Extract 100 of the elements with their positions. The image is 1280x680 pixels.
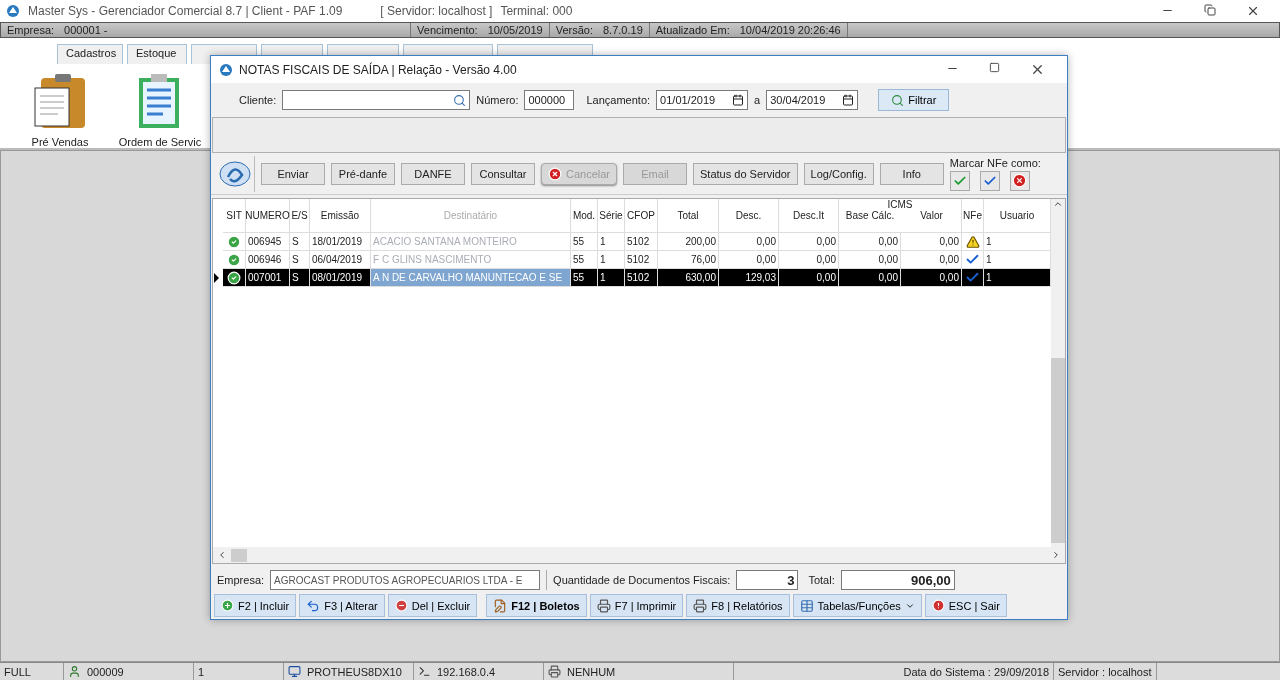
printer-icon [596,598,611,613]
status-text: Data do Sistema : 29/09/2018 [903,665,1049,678]
nfe-button[interactable]: Status do Servidor [693,162,798,185]
table-cell: 06/04/2019 [310,251,371,268]
mark-button[interactable] [1009,170,1030,191]
cancel-icon [1012,173,1028,188]
table-cell: 0,00 [779,269,839,286]
vertical-scrollbar[interactable] [1051,199,1065,547]
table-cell: 76,00 [658,251,719,268]
horizontal-scrollbar[interactable] [213,547,1065,563]
info-label: Atualizado Em: [655,24,730,36]
column-header[interactable]: Série [598,199,625,232]
column-header[interactable]: Valor [901,210,962,221]
info-label: Vencimento: [417,24,478,36]
table-cell: 0,00 [901,233,962,250]
column-header[interactable]: SIT [223,199,246,232]
search-icon[interactable] [453,93,467,107]
table-cell: 5102 [625,233,658,250]
menu-tab[interactable]: Estoque [127,44,187,64]
scroll-left-icon[interactable] [217,550,227,560]
nfe-button[interactable]: Pré-danfe [331,162,395,185]
client-label: Cliente: [239,94,277,106]
close-icon[interactable] [1246,4,1260,18]
table-cell: A N DE CARVALHO MANUNTECAO E SE [371,269,571,286]
action-button[interactable]: Tabelas/Funções [792,594,922,617]
scroll-right-icon[interactable] [1051,550,1061,560]
action-button[interactable]: F3 | Alterar [299,594,385,617]
calendar-icon[interactable] [732,94,745,106]
status-text: FULL [4,665,31,678]
column-header[interactable]: Desc.It [779,199,839,232]
column-header[interactable]: Total [658,199,719,232]
column-header[interactable]: NUMERO [246,199,290,232]
table-cell: 006945 [246,233,290,250]
scrollbar-thumb[interactable] [231,548,247,562]
scroll-up-icon[interactable] [1053,199,1063,209]
action-button[interactable]: Del | Excluir [387,594,478,617]
action-button[interactable]: F8 | Relatórios [686,594,790,617]
terminal-icon [418,665,431,678]
table-cell: ACACIO SANTANA MONTEIRO [371,233,571,250]
table-icon [799,598,814,613]
nfe-button[interactable]: Info [879,162,944,185]
info-label: Empresa: [7,24,55,36]
app-logo-icon [6,4,20,18]
calendar-icon[interactable] [842,94,855,106]
printer-icon [693,598,708,613]
action-button[interactable]: F7 | Imprimir [589,594,684,617]
info-value: 000001 - [64,24,109,36]
number-field[interactable]: 000000 [524,90,575,110]
table-cell: 5102 [625,269,658,286]
date-label: Lançamento: [586,94,651,106]
date-to-field[interactable]: 30/04/2019 [766,90,859,110]
column-header[interactable]: NFe [962,199,984,232]
column-header[interactable]: Desc. [719,199,779,232]
table-cell: 1 [598,233,625,250]
action-button[interactable]: F2 | Incluir [214,594,297,617]
alert-icon [931,599,945,612]
client-field[interactable] [282,90,471,110]
table-cell: 5102 [625,251,658,268]
column-header[interactable]: Emissão [310,199,371,232]
table-cell: 007001 [246,269,290,286]
company-label: Empresa: [217,574,265,586]
table-cell: 18/01/2019 [310,233,371,250]
status-text: Servidor : localhost [1058,665,1152,678]
info-value: 10/05/2019 [487,24,543,36]
table-cell: 0,00 [779,251,839,268]
nfe-button[interactable]: Enviar [261,162,325,185]
nfe-button[interactable]: DANFE [401,162,465,185]
column-header[interactable]: E/S [290,199,310,232]
between-label: a [754,94,761,106]
date-from-field[interactable]: 01/01/2019 [656,90,749,110]
table-cell: 0,00 [779,233,839,250]
nfe-button[interactable]: Consultar [471,162,535,185]
table-cell: 55 [571,251,598,268]
maximize-icon[interactable] [989,62,1000,73]
status-text: 192.168.0.4 [437,665,496,678]
minus-icon [394,599,408,612]
terminal-label: Terminal: 000 [500,4,573,18]
table-cell: F C GLINS NASCIMENTO [371,251,571,268]
table-cell: 55 [571,233,598,250]
table-cell: 0,00 [901,251,962,268]
mark-button[interactable] [979,170,1000,191]
action-button[interactable]: ESC | Sair [924,594,1007,617]
filter-button[interactable]: Filtrar [878,89,950,111]
shortcut-label: Pré Vendas [31,136,89,148]
column-header[interactable]: Base Cálc. [839,210,901,221]
document-pen-icon [493,598,508,613]
table-cell: 0,00 [839,251,901,268]
nfe-button[interactable]: Log/Config. [803,162,874,185]
action-button[interactable]: F12 | Boletos [486,594,587,617]
menu-tab[interactable]: Cadastros [57,44,123,64]
column-header[interactable]: CFOP [625,199,658,232]
count-label: Quantidade de Documentos Fiscais: [553,574,731,586]
plus-icon [221,599,234,612]
mark-button[interactable] [949,170,970,191]
table-cell: 129,03 [719,269,779,286]
dialog-title: NOTAS FISCAIS DE SAÍDA | Relação - Versão 4.00 [239,62,517,77]
column-header[interactable]: Mod. [571,199,598,232]
restore-icon[interactable] [1204,4,1216,16]
close-icon[interactable] [1030,62,1045,77]
table-cell: 0,00 [839,233,901,250]
